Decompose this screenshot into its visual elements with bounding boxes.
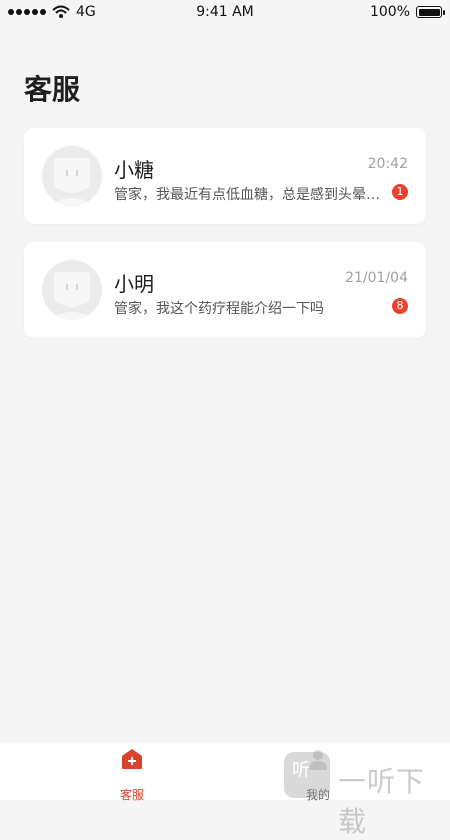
service-home-icon xyxy=(122,749,142,769)
contact-name: 小明 xyxy=(114,272,154,296)
message-preview: 管家，我这个药疗程能介绍一下吗 xyxy=(114,301,324,317)
page-title: 客服 xyxy=(24,73,81,106)
watermark-icon-glyph: 听 xyxy=(292,760,310,781)
status-right: 100% xyxy=(369,4,445,20)
tab-service-label: 客服 xyxy=(119,788,144,802)
battery-icon xyxy=(416,6,445,18)
tab-service[interactable]: 客服 xyxy=(100,748,164,802)
unread-badge: 1 xyxy=(392,184,408,200)
tab-bar: 客服 我的 听 一听下载 xyxy=(0,741,450,838)
contact-name: 小糖 xyxy=(114,158,154,182)
message-time: 21/01/04 xyxy=(345,270,408,286)
status-bar: 4G 9:41 AM 100% xyxy=(0,0,450,24)
watermark-text: 一听下载 xyxy=(338,765,426,838)
unread-badge: 8 xyxy=(392,298,408,314)
battery-percent: 100% xyxy=(369,4,410,20)
conversation-item[interactable]: 小明 21/01/04 管家，我这个药疗程能介绍一下吗 8 xyxy=(24,242,426,338)
conversation-item[interactable]: 小糖 20:42 管家，我最近有点低血糖，总是感到头晕乏力 1 xyxy=(24,128,426,224)
watermark-logo: 听 一听下载 xyxy=(284,742,446,838)
user-avatar-placeholder-icon xyxy=(42,146,102,206)
user-avatar-placeholder-icon xyxy=(42,260,102,320)
message-preview: 管家，我最近有点低血糖，总是感到头晕乏力 xyxy=(114,187,392,203)
message-time: 20:42 xyxy=(367,156,408,172)
